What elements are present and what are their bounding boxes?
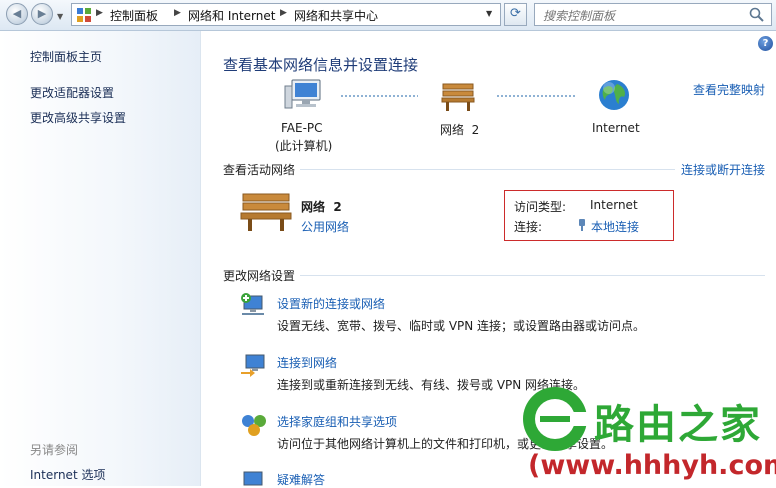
public-network-bench-icon <box>240 193 292 231</box>
back-button[interactable]: ◀ <box>6 3 28 25</box>
breadcrumb-network-internet[interactable]: 网络和 Internet <box>188 7 275 24</box>
task-setup-connection-desc: 设置无线、宽带、拨号、临时或 VPN 连接；或设置路由器或访问点。 <box>277 319 646 333</box>
see-also-heading: 另请参阅 <box>30 443 79 457</box>
connect-disconnect-link[interactable]: 连接或断开连接 <box>681 161 765 178</box>
access-type-value: Internet <box>590 198 638 212</box>
breadcrumb-separator: ▶ <box>174 8 181 18</box>
map-computer-sub: (此计算机) <box>275 139 333 153</box>
map-network-name: 网络 2 <box>440 123 480 137</box>
left-link-control-panel-home[interactable]: 控制面板主页 <box>30 48 102 65</box>
refresh-button[interactable]: ⟳ <box>504 3 527 26</box>
watermark-url: (www.hhhyh.com) <box>528 450 776 481</box>
left-link-advanced-sharing[interactable]: 更改高级共享设置 <box>30 109 126 126</box>
breadcrumb-sharing-center[interactable]: 网络和共享中心 <box>294 7 378 24</box>
forward-button[interactable]: ▶ <box>31 3 53 25</box>
search-icon[interactable] <box>749 7 765 23</box>
section-divider <box>300 275 765 276</box>
local-connection-link[interactable]: 本地连接 <box>591 218 639 235</box>
watermark-brand: 路由之家 <box>594 402 762 448</box>
breadcrumb-control-panel[interactable]: 控制面板 <box>110 7 158 24</box>
bench-icon <box>441 83 475 111</box>
search-input[interactable] <box>541 5 745 26</box>
map-link-line <box>497 95 575 97</box>
task-connect-network-link[interactable]: 连接到网络 <box>277 354 337 371</box>
ethernet-icon <box>579 219 585 231</box>
map-computer-name: FAE-PC <box>281 121 323 135</box>
address-field[interactable]: ▶ 控制面板 ▶ 网络和 Internet ▶ 网络和共享中心 ▼ <box>71 3 501 26</box>
access-type-label: 访问类型: <box>514 200 567 214</box>
left-link-adapter-settings[interactable]: 更改适配器设置 <box>30 84 114 101</box>
help-icon[interactable]: ? <box>758 36 773 51</box>
task-troubleshoot-link[interactable]: 疑难解答 <box>277 471 325 488</box>
new-connection-icon <box>241 293 264 315</box>
computer-icon <box>284 79 321 109</box>
troubleshoot-icon <box>243 471 263 486</box>
homegroup-icon <box>242 415 266 436</box>
connect-network-icon <box>241 354 265 377</box>
page-title: 查看基本网络信息并设置连接 <box>223 56 419 74</box>
network-type-link[interactable]: 公用网络 <box>301 218 349 235</box>
recent-pages-dropdown-icon[interactable]: ▼ <box>57 12 63 21</box>
map-internet-label: Internet <box>592 121 640 135</box>
breadcrumb-separator: ▶ <box>280 8 287 18</box>
active-network-name: 网络 2 <box>301 200 342 214</box>
active-networks-heading: 查看活动网络 <box>223 163 296 177</box>
map-link-line <box>341 95 418 97</box>
globe-icon <box>599 80 629 110</box>
section-divider <box>300 169 675 170</box>
task-setup-connection-link[interactable]: 设置新的连接或网络 <box>277 295 385 312</box>
view-full-map-link[interactable]: 查看完整映射 <box>693 81 765 98</box>
control-panel-icon <box>77 8 91 22</box>
address-dropdown-icon[interactable]: ▼ <box>486 9 492 18</box>
left-link-internet-options[interactable]: Internet 选项 <box>30 466 105 483</box>
task-homegroup-link[interactable]: 选择家庭组和共享选项 <box>277 413 397 430</box>
watermark-logo-icon <box>523 387 590 451</box>
search-box[interactable] <box>534 3 772 26</box>
breadcrumb-separator: ▶ <box>96 8 103 18</box>
change-settings-heading: 更改网络设置 <box>223 269 296 283</box>
address-toolbar: ◀ ▶ ▼ ▶ 控制面板 ▶ 网络和 Internet ▶ 网络和共享中心 ▼ … <box>0 0 776 31</box>
connection-label: 连接: <box>514 220 543 234</box>
